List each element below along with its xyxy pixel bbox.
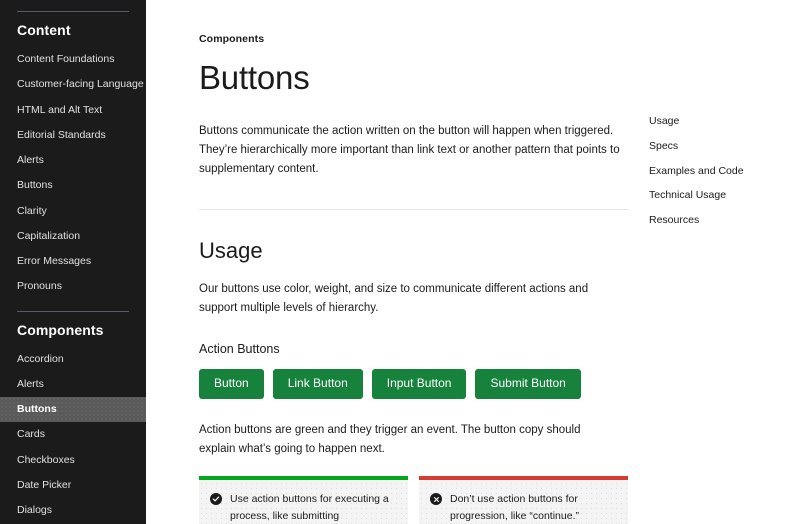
do-card-body: Use action buttons for executing a proce… [199, 480, 408, 524]
table-of-contents: Usage Specs Examples and Code Technical … [638, 0, 800, 524]
sidebar-item-customer-facing-language[interactable]: Customer-facing Language [0, 72, 146, 97]
sidebar-item-dialogs[interactable]: Dialogs [0, 498, 146, 523]
sidebar-item-checkboxes[interactable]: Checkboxes [0, 448, 146, 473]
check-circle-icon [210, 493, 222, 506]
sidebar-item-date-picker[interactable]: Date Picker [0, 473, 146, 498]
action-buttons-heading: Action Buttons [199, 341, 280, 356]
do-card-text: Use action buttons for executing a proce… [230, 493, 389, 522]
sidebar-item-content-foundations[interactable]: Content Foundations [0, 47, 146, 72]
breadcrumb[interactable]: Components [199, 33, 638, 45]
guidance-card-do: Use action buttons for executing a proce… [199, 476, 408, 524]
page-intro-text: Buttons communicate the action written o… [199, 125, 620, 175]
sidebar-item-content-buttons[interactable]: Buttons [0, 173, 146, 198]
guidance-cards: Use action buttons for executing a proce… [199, 476, 638, 524]
x-circle-icon [430, 493, 442, 506]
page-title: Buttons [199, 59, 310, 96]
section-divider [199, 209, 629, 211]
sidebar-item-buttons[interactable]: Buttons [0, 397, 146, 423]
toc-item-specs[interactable]: Specs [649, 135, 800, 160]
main-wrap: Components Buttons Buttons communicate t… [146, 0, 800, 524]
dont-card-text: Don’t use action buttons for progression… [450, 493, 579, 522]
sidebar-item-pronouns[interactable]: Pronouns [0, 274, 146, 299]
action-buttons-row: Button Link Button Input Button Submit B… [199, 368, 638, 399]
sidebar-item-html-and-alt-text[interactable]: HTML and Alt Text [0, 98, 146, 123]
toc-item-technical-usage[interactable]: Technical Usage [649, 184, 800, 209]
guidance-card-dont: Don’t use action buttons for progression… [419, 476, 628, 524]
main-content: Components Buttons Buttons communicate t… [146, 0, 638, 524]
usage-body-text: Our buttons use color, weight, and size … [199, 283, 589, 315]
action-submit-button[interactable]: Submit Button [475, 368, 581, 399]
action-buttons-note: Action buttons are green and they trigge… [199, 423, 581, 455]
toc-item-resources[interactable]: Resources [649, 209, 800, 234]
sidebar-item-capitalization[interactable]: Capitalization [0, 224, 146, 249]
action-link-button[interactable]: Link Button [272, 368, 363, 399]
sidebar-item-error-messages[interactable]: Error Messages [0, 249, 146, 274]
sidebar-item-cards[interactable]: Cards [0, 422, 146, 447]
action-button[interactable]: Button [199, 368, 264, 399]
sidebar-item-accordion[interactable]: Accordion [0, 347, 146, 372]
sidebar-section-title-content: Content [17, 22, 71, 38]
action-input-button[interactable]: Input Button [371, 368, 467, 399]
sidebar-item-clarity[interactable]: Clarity [0, 199, 146, 224]
sidebar-item-content-alerts[interactable]: Alerts [0, 148, 146, 173]
sidebar-section-title-components: Components [17, 321, 104, 338]
sidebar-item-editorial-standards[interactable]: Editorial Standards [0, 123, 146, 148]
dont-card-body: Don’t use action buttons for progression… [419, 480, 628, 524]
sidebar: Content Content Foundations Customer-fac… [0, 0, 146, 524]
toc-item-examples-and-code[interactable]: Examples and Code [649, 160, 800, 185]
sidebar-item-alerts[interactable]: Alerts [0, 372, 146, 397]
toc-item-usage[interactable]: Usage [649, 110, 800, 135]
usage-heading: Usage [199, 238, 263, 264]
